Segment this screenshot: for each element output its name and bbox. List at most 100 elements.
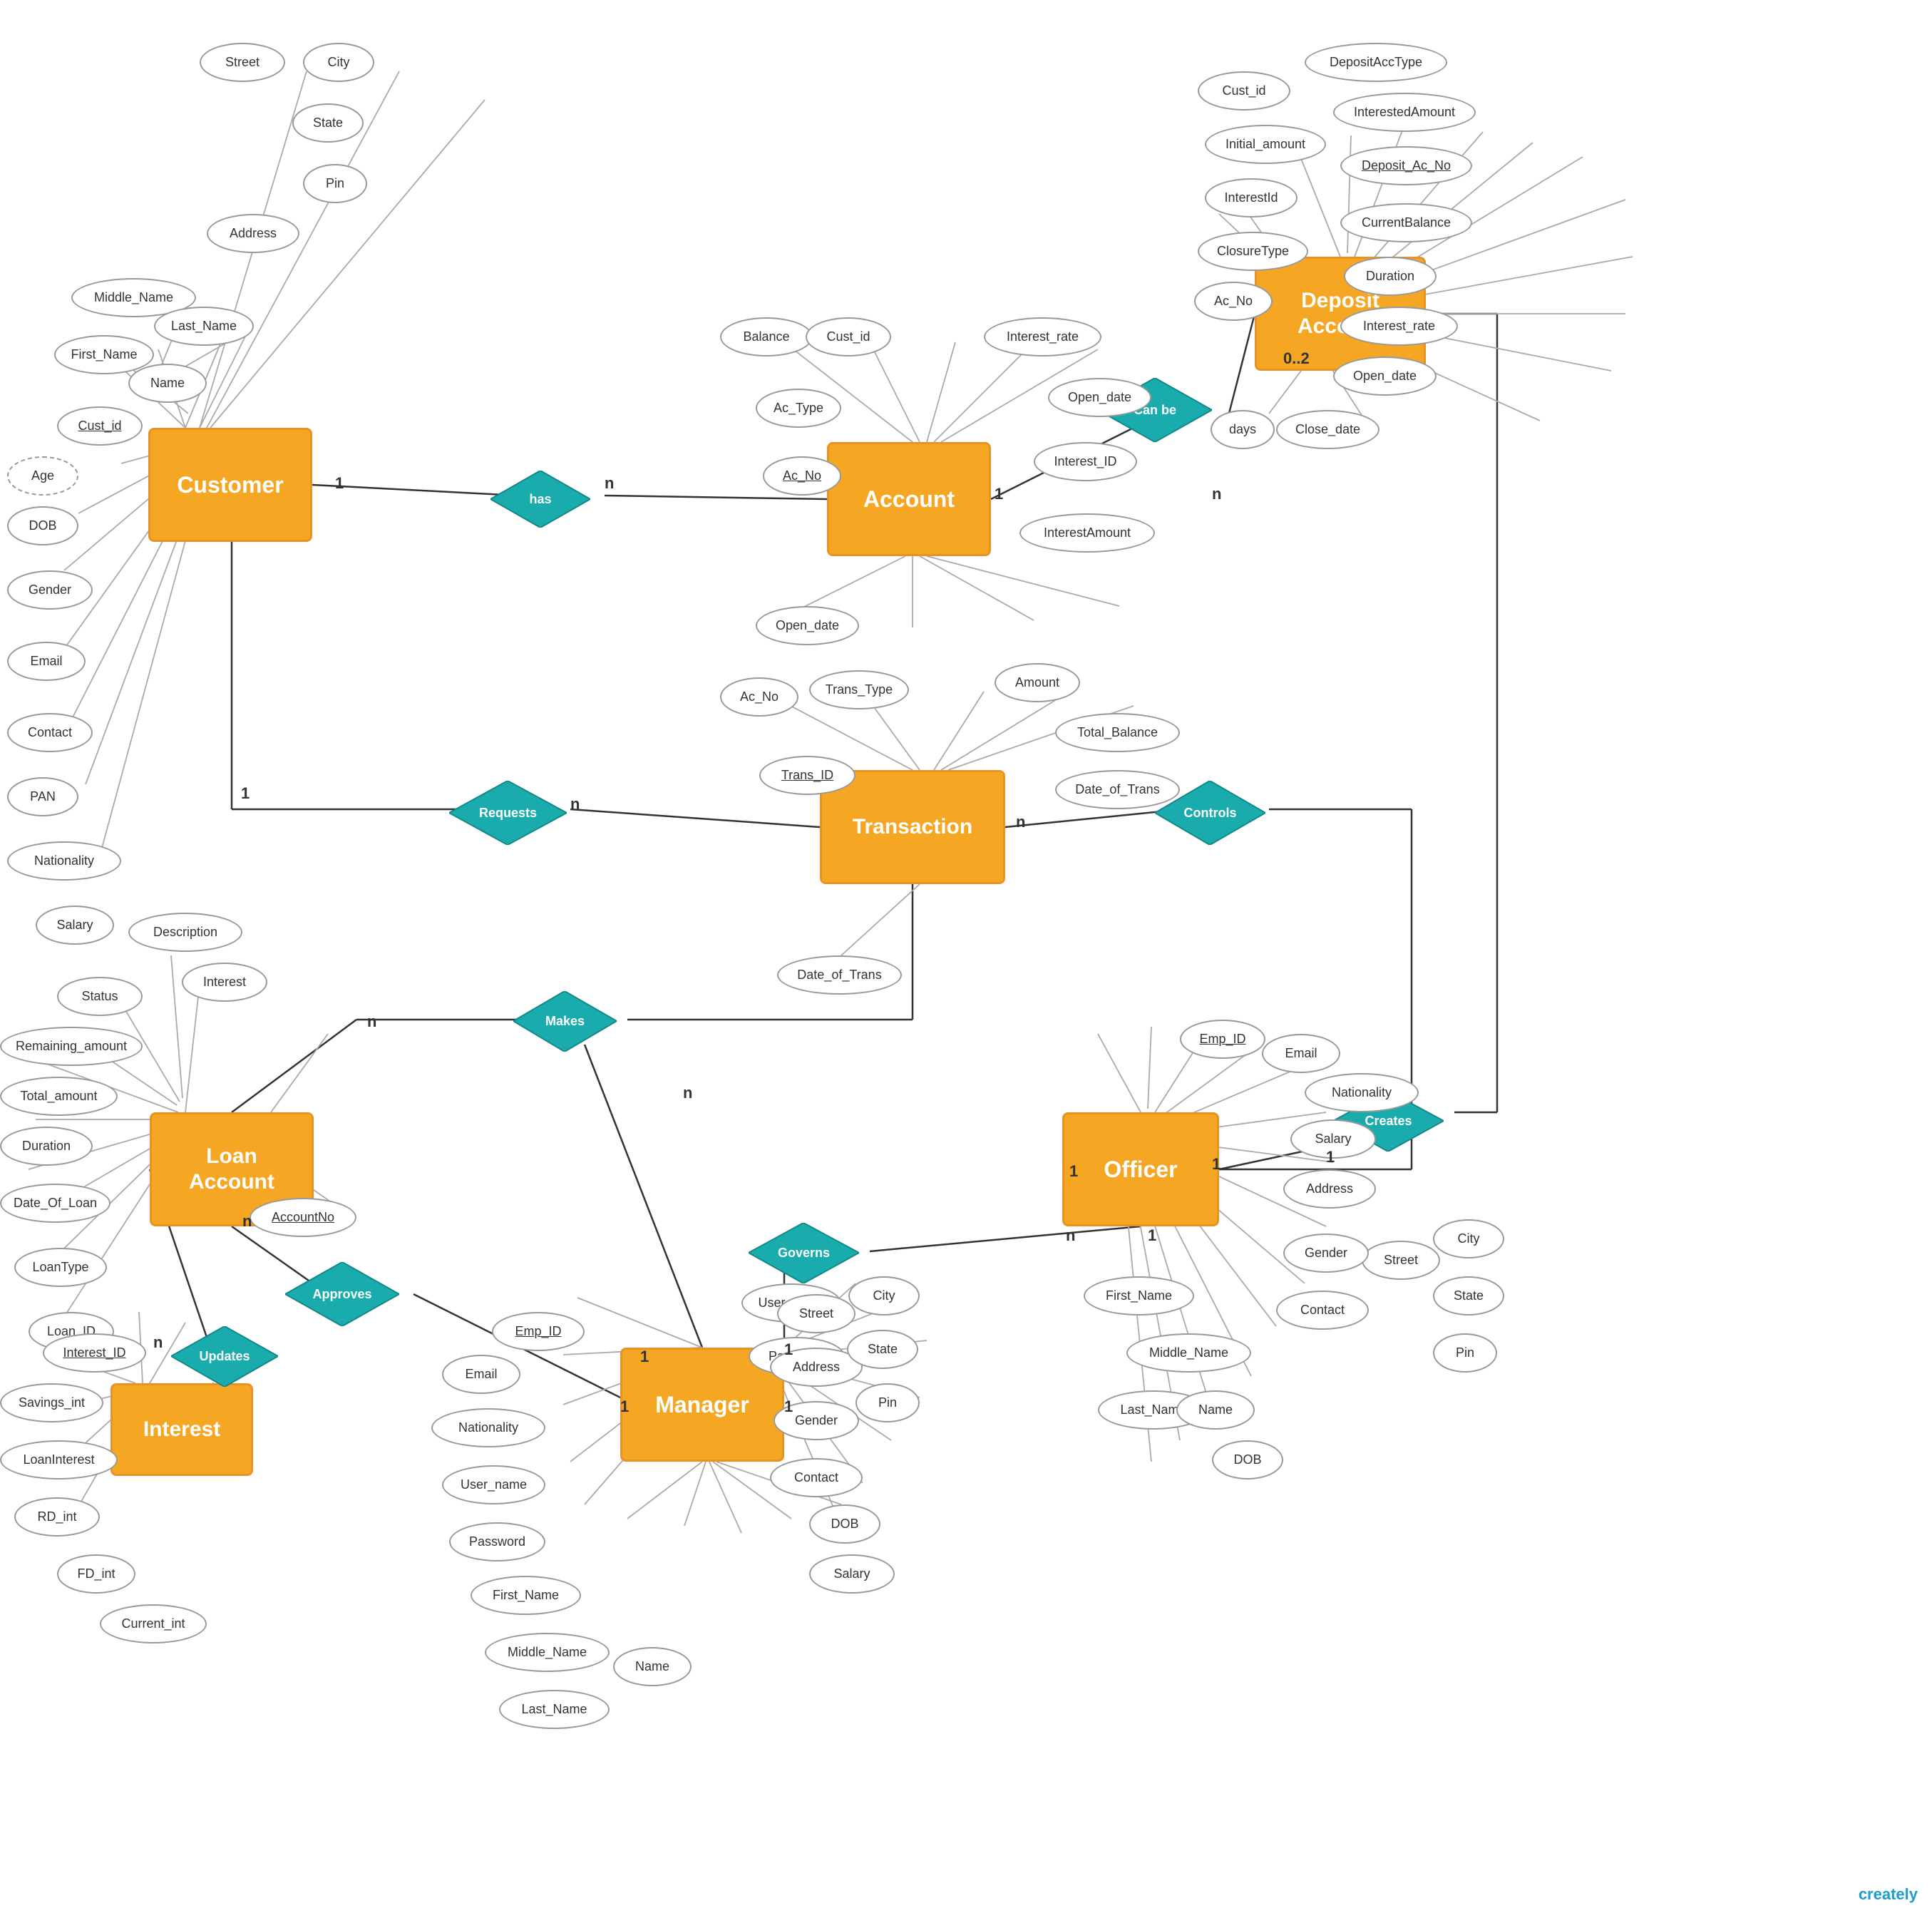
attr-nationality-cust: Nationality: [7, 841, 121, 881]
mult-has-account: n: [605, 474, 614, 493]
attr-cust-id: Cust_id: [57, 406, 143, 446]
attr-city: City: [303, 43, 374, 82]
attr-state-manager: State: [847, 1330, 918, 1369]
attr-state-officer: State: [1433, 1276, 1504, 1316]
mult-governs-manager: 1: [784, 1340, 793, 1359]
attr-dep-acc-type: DepositAccType: [1305, 43, 1447, 82]
attr-first-name-officer: First_Name: [1084, 1276, 1194, 1316]
attr-ac-no-acc: Ac_No: [763, 456, 841, 496]
attr-ac-no-trans: Ac_No: [720, 677, 798, 717]
attr-initial-amount: Initial_amount: [1205, 125, 1326, 164]
watermark: creately: [1859, 1885, 1918, 1904]
entity-account: Account: [827, 442, 991, 556]
attr-email-cust: Email: [7, 642, 86, 681]
mult-officer-controls: 1: [1212, 1155, 1221, 1174]
mult-makes-loan: n: [367, 1012, 376, 1031]
attr-dob-officer: DOB: [1212, 1440, 1283, 1479]
connector-lines: [0, 0, 1932, 1918]
attr-email-officer: Email: [1262, 1034, 1340, 1073]
mult-approves-manager: 1: [620, 1398, 629, 1416]
attr-total-amount: Total_amount: [0, 1077, 118, 1116]
attr-loan-type: LoanType: [14, 1248, 107, 1287]
attr-nationality-manager: Nationality: [431, 1408, 545, 1447]
attr-state: State: [292, 103, 364, 143]
attr-closure-type: ClosureType: [1198, 232, 1308, 271]
mult-manager-1: 1: [784, 1398, 793, 1416]
attr-loan-interest: LoanInterest: [0, 1440, 118, 1479]
attr-ac-type: Ac_Type: [756, 389, 841, 428]
attr-gender: Gender: [7, 570, 93, 610]
attr-dob-manager: DOB: [809, 1504, 880, 1544]
mult-officer-1b: 1: [1148, 1226, 1156, 1245]
attr-name-officer: Name: [1176, 1390, 1255, 1430]
attr-date-of-loan: Date_Of_Loan: [0, 1184, 111, 1223]
attr-amount-trans: Amount: [995, 663, 1080, 702]
attr-account-no-loan: AccountNo: [250, 1198, 356, 1237]
entity-officer: Officer: [1062, 1112, 1219, 1226]
attr-ac-no-dep: Ac_No: [1194, 282, 1273, 321]
attr-contact-manager: Contact: [770, 1458, 863, 1497]
attr-interested-amount: InterestedAmount: [1333, 93, 1476, 132]
mult-customer-requests: 1: [241, 784, 250, 803]
diamond-makes: Makes: [513, 991, 617, 1052]
mult-loan-approves: n: [242, 1212, 252, 1231]
attr-address-cust: Address: [207, 214, 299, 253]
attr-pin-manager: Pin: [855, 1383, 920, 1422]
mult-makes-manager: n: [683, 1084, 692, 1102]
attr-interest-rate-acc: Interest_rate: [984, 317, 1101, 357]
attr-email-manager: Email: [442, 1355, 520, 1394]
mult-officer-governs: n: [1066, 1226, 1075, 1245]
attr-close-date-dep: Close_date: [1276, 410, 1379, 449]
attr-first-name-manager: First_Name: [471, 1576, 581, 1615]
attr-middle-name-officer: Middle_Name: [1126, 1333, 1251, 1373]
diagram-container: Customer Account DepositAccount Transact…: [0, 0, 1932, 1918]
attr-interest-id-dep: InterestId: [1205, 178, 1298, 217]
attr-status-loan: Status: [57, 977, 143, 1016]
diamond-has: has: [490, 471, 590, 528]
attr-street-manager: Street: [777, 1294, 855, 1333]
attr-user-name-manager: User_name: [442, 1465, 545, 1504]
attr-emp-id-manager: Emp_ID: [492, 1312, 585, 1351]
mult-canbe-n: n: [1212, 485, 1221, 503]
attr-savings-int: Savings_int: [0, 1383, 103, 1422]
attr-description: Description: [128, 913, 242, 952]
attr-contact-officer: Contact: [1276, 1291, 1369, 1330]
diamond-approves: Approves: [285, 1262, 399, 1326]
mult-loan-updates: n: [153, 1333, 163, 1352]
attr-current-balance: CurrentBalance: [1340, 203, 1472, 242]
attr-last-name-cust: Last_Name: [154, 307, 254, 346]
attr-date-of-trans2: Date_of_Trans: [777, 955, 902, 995]
attr-days-dep: days: [1211, 410, 1275, 449]
attr-interest-id-acc: Interest_ID: [1034, 442, 1137, 481]
attr-remaining-amount: Remaining_amount: [0, 1027, 143, 1066]
attr-street: Street: [200, 43, 285, 82]
mult-requests-trans: n: [570, 795, 580, 814]
attr-salary-cust: Salary: [36, 906, 114, 945]
attr-gender-officer: Gender: [1283, 1234, 1369, 1273]
diamond-updates: Updates: [171, 1326, 278, 1387]
entity-transaction: Transaction: [820, 770, 1005, 884]
attr-nationality-officer: Nationality: [1305, 1073, 1419, 1112]
attr-balance: Balance: [720, 317, 813, 357]
attr-contact: Contact: [7, 713, 93, 752]
attr-fd-int: FD_int: [57, 1554, 135, 1594]
attr-interest-rate-dep: Interest_rate: [1340, 307, 1458, 346]
attr-pin-officer: Pin: [1433, 1333, 1497, 1373]
attr-duration-dep: Duration: [1344, 257, 1437, 296]
diamond-governs: Governs: [749, 1223, 859, 1283]
attr-date-of-trans: Date_of_Trans: [1055, 770, 1180, 809]
attr-age: Age: [7, 456, 78, 496]
diamond-requests: Requests: [449, 781, 567, 845]
attr-interest-amount-acc: InterestAmount: [1019, 513, 1155, 553]
attr-emp-id-officer: Emp_ID: [1180, 1020, 1265, 1059]
attr-city-manager: City: [848, 1276, 920, 1316]
attr-salary-manager: Salary: [809, 1554, 895, 1594]
attr-first-name-cust: First_Name: [54, 335, 154, 374]
attr-interest-loan: Interest: [182, 963, 267, 1002]
attr-interest-id-int: Interest_ID: [43, 1333, 146, 1373]
mult-controls-trans: n: [1016, 813, 1025, 831]
attr-cust-id-dep: Cust_id: [1198, 71, 1290, 111]
mult-officer-1a: 1: [1069, 1162, 1078, 1181]
mult-account-canbe2: 1: [995, 485, 1003, 503]
attr-middle-name-manager: Middle_Name: [485, 1633, 610, 1672]
